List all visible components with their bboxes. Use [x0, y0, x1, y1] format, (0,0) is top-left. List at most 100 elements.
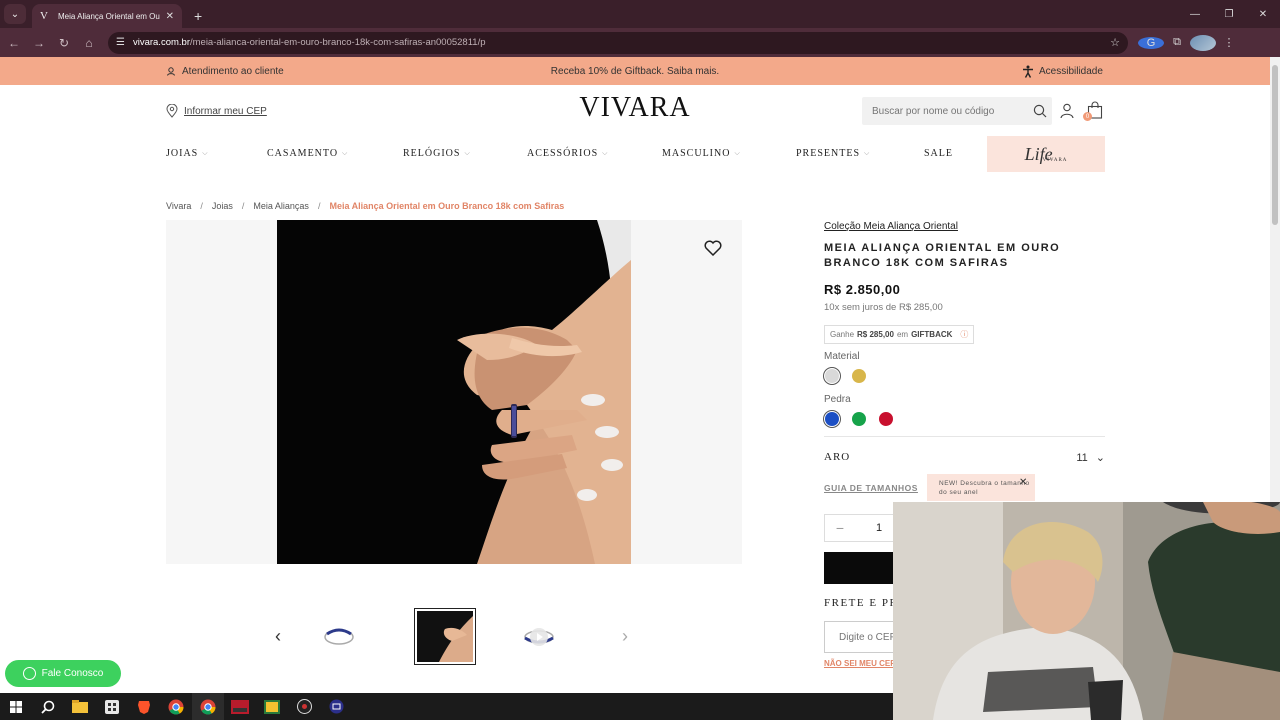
product-price: R$ 2.850,00	[824, 282, 901, 297]
webcam-overlay	[893, 502, 1280, 720]
headset-icon	[167, 67, 175, 76]
window-controls: — ❐ ✕	[1178, 0, 1280, 28]
thumbnail-ring-side[interactable]	[308, 608, 370, 665]
address-bar: ← → ↻ ⌂ ☰ vivara.com.br/meia-alianca-ori…	[0, 28, 1280, 57]
breadcrumb-current: Meia Aliança Oriental em Ouro Branco 18k…	[329, 201, 565, 211]
back-arrow-icon[interactable]: ←	[3, 32, 25, 54]
site-info-icon[interactable]: ☰	[116, 37, 125, 48]
breadcrumb-item-meia-aliancas[interactable]: Meia Alianças	[253, 201, 309, 211]
stone-swatch-sapphire[interactable]	[825, 412, 839, 426]
whatsapp-contact-button[interactable]: Fale Conosco	[5, 660, 121, 687]
chevron-down-icon: ⌵	[734, 149, 741, 157]
accessibility-link[interactable]: Acessibilidade	[1022, 65, 1103, 78]
stone-swatch-emerald[interactable]	[852, 412, 866, 426]
user-account-icon[interactable]	[1060, 103, 1074, 119]
nav-item-masculino[interactable]: MASCULINO ⌵	[662, 148, 741, 159]
nav-item-relogios[interactable]: RELÓGIOS ⌵	[403, 148, 471, 159]
close-tab-icon[interactable]: ✕	[166, 11, 174, 22]
thumbnail-video[interactable]	[508, 608, 570, 665]
decrease-quantity-button[interactable]: −	[825, 520, 855, 536]
file-explorer-icon[interactable]	[64, 693, 96, 720]
giftback-badge: Ganhe R$ 285,00 em GIFTBACK ⓘ	[824, 325, 975, 344]
material-swatch-white-gold[interactable]	[825, 369, 839, 383]
nav-item-presentes[interactable]: PRESENTES ⌵	[796, 148, 870, 159]
brave-browser-icon[interactable]	[128, 693, 160, 720]
extensions-puzzle-icon[interactable]: ⧉	[1164, 36, 1190, 49]
collection-link[interactable]: Coleção Meia Aliança Oriental	[824, 221, 958, 232]
new-tab-plus-icon[interactable]: +	[194, 8, 202, 24]
customer-support-link[interactable]: Atendimento ao cliente	[166, 66, 284, 77]
breadcrumb-item-vivara[interactable]: Vivara	[166, 201, 191, 211]
tab-title: Meia Aliança Oriental em Ouro Br	[58, 11, 160, 21]
calculator-icon[interactable]	[96, 693, 128, 720]
accessibility-label: Acessibilidade	[1039, 65, 1103, 77]
streaming-app-icon[interactable]	[224, 693, 256, 720]
product-gallery	[166, 220, 742, 564]
chevron-down-icon: ⌄	[1095, 451, 1105, 464]
chevron-down-icon: ⌵	[602, 149, 609, 157]
info-icon[interactable]: ⓘ	[960, 329, 968, 340]
life-vivara-banner[interactable]: Life VIVARA	[987, 136, 1105, 172]
restore-icon[interactable]: ❐	[1212, 0, 1246, 28]
unknown-cep-link[interactable]: NÃO SEI MEU CEP	[824, 659, 896, 668]
product-title: MEIA ALIANÇA ORIENTAL EM OURO BRANCO 18K…	[824, 242, 1061, 269]
minimize-icon[interactable]: —	[1178, 0, 1212, 28]
app-circle-icon[interactable]	[320, 693, 352, 720]
thumb-next-arrow-icon[interactable]: ›	[622, 626, 628, 647]
divider	[824, 436, 1105, 437]
chevron-down-icon: ⌵	[342, 149, 349, 157]
extension-icon[interactable]: G	[1138, 36, 1164, 49]
yellow-app-icon[interactable]	[256, 693, 288, 720]
chrome-icon[interactable]	[160, 693, 192, 720]
nav-item-sale[interactable]: SALE	[924, 148, 953, 159]
life-logo-subtext: VIVARA	[1042, 157, 1068, 163]
location-pin-icon	[166, 104, 178, 118]
bag-count-badge: 0	[1083, 112, 1092, 121]
chevron-down-icon: ⌵	[202, 149, 209, 157]
installments-text: 10x sem juros de R$ 285,00	[824, 302, 943, 313]
browser-tab-bar: ⌄ V Meia Aliança Oriental em Ouro Br ✕ +…	[0, 0, 1280, 28]
windows-start-icon[interactable]	[0, 693, 32, 720]
search-icon[interactable]	[1033, 104, 1047, 118]
nav-item-casamento[interactable]: CASAMENTO ⌵	[267, 148, 348, 159]
ring-size-selector[interactable]: ARO 11 ⌄	[824, 446, 1105, 468]
search-input[interactable]	[862, 97, 1052, 125]
chrome-menu-icon[interactable]: ⋮	[1216, 36, 1242, 49]
chevron-down-icon: ⌵	[464, 149, 471, 157]
cep-link-label: Informar meu CEP	[184, 105, 267, 117]
add-to-bag-button[interactable]	[824, 552, 904, 584]
chrome-active-icon[interactable]	[192, 693, 224, 720]
breadcrumb-item-joias[interactable]: Joias	[212, 201, 233, 211]
url-omnibox[interactable]: ☰ vivara.com.br/meia-alianca-oriental-em…	[108, 31, 1128, 54]
search-icon[interactable]	[32, 693, 64, 720]
product-photo[interactable]	[277, 220, 631, 564]
quantity-stepper: − 1	[824, 514, 904, 542]
cep-input[interactable]	[824, 621, 904, 653]
obs-icon[interactable]	[288, 693, 320, 720]
bookmark-star-icon[interactable]: ☆	[1110, 36, 1120, 49]
material-swatch-yellow-gold[interactable]	[852, 369, 866, 383]
profile-avatar[interactable]	[1190, 34, 1216, 51]
url-text: vivara.com.br/meia-alianca-oriental-em-o…	[132, 37, 486, 48]
reload-icon[interactable]: ↻	[53, 32, 75, 54]
material-label: Material	[824, 351, 860, 362]
nav-item-acessorios[interactable]: ACESSÓRIOS ⌵	[527, 148, 608, 159]
close-window-icon[interactable]: ✕	[1246, 0, 1280, 28]
stone-label: Pedra	[824, 394, 851, 405]
stone-swatch-ruby[interactable]	[879, 412, 893, 426]
browser-tab[interactable]: V Meia Aliança Oriental em Ouro Br ✕	[32, 4, 182, 28]
size-guide-link[interactable]: GUIA DE TAMANHOS	[824, 483, 918, 493]
whatsapp-icon	[22, 667, 36, 680]
nav-item-joias[interactable]: JOIAS ⌵	[166, 148, 209, 159]
forward-arrow-icon[interactable]: →	[28, 32, 50, 54]
vivara-favicon-icon: V	[40, 10, 48, 22]
vivara-logo[interactable]: VIVARA	[560, 92, 710, 124]
giftback-promo-link[interactable]: Receba 10% de Giftback. Saiba mais.	[551, 66, 719, 77]
tab-search-button[interactable]: ⌄	[4, 4, 26, 24]
home-icon[interactable]: ⌂	[78, 32, 100, 54]
thumb-prev-arrow-icon[interactable]: ‹	[275, 626, 281, 647]
thumbnail-hand-photo[interactable]	[414, 608, 476, 665]
close-icon[interactable]: ✕	[1019, 477, 1027, 488]
cep-link[interactable]: Informar meu CEP	[166, 104, 267, 118]
heart-wishlist-icon[interactable]	[704, 240, 722, 256]
